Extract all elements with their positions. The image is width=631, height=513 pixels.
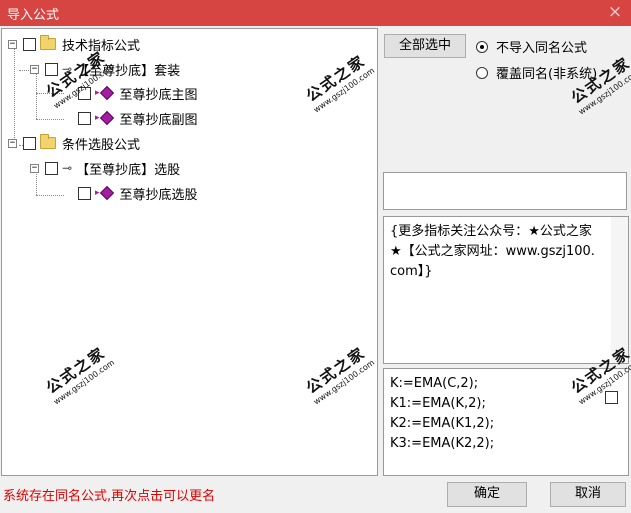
tree-checkbox[interactable] bbox=[45, 62, 58, 76]
tree-item-suite[interactable]: − ⊸ 【至尊抄底】套装 bbox=[30, 59, 180, 79]
description-text: {更多指标关注公众号：★公式之家★【公式之家网址：www.gszj100.com… bbox=[390, 224, 595, 279]
watermark: 公式之家 www.gszj100.com bbox=[565, 51, 631, 116]
tree-connector bbox=[36, 195, 64, 196]
tree-checkbox[interactable] bbox=[23, 136, 36, 150]
arrow-icon: ▸ bbox=[95, 88, 100, 98]
code-line: K:=EMA(C,2); bbox=[390, 376, 479, 391]
gem-icon bbox=[99, 85, 114, 101]
collapse-icon[interactable]: − bbox=[30, 163, 39, 173]
radio-unselected-icon[interactable] bbox=[476, 66, 488, 79]
key-icon: ⊸ bbox=[62, 161, 73, 175]
title-bar: 导入公式 × bbox=[0, 0, 631, 26]
gem-icon bbox=[99, 185, 114, 201]
tree-item-label: 技术指标公式 bbox=[62, 38, 141, 54]
tree-checkbox[interactable] bbox=[78, 86, 91, 100]
formula-tree[interactable]: − 技术指标公式 − ⊸ 【至尊抄底】套装 ▸ 至尊抄底主图 ▸ 至尊抄底副图 bbox=[1, 28, 378, 476]
folder-icon bbox=[40, 134, 56, 149]
tree-connector bbox=[36, 93, 64, 94]
tree-connector bbox=[36, 119, 64, 120]
radio-selected-icon[interactable] bbox=[476, 40, 488, 53]
radio-overwrite-duplicates[interactable]: 覆盖同名(非系统) bbox=[476, 63, 597, 82]
tree-checkbox[interactable] bbox=[23, 37, 36, 51]
tree-item-screen-pick[interactable]: ▸ 至尊抄底选股 bbox=[78, 183, 198, 203]
tree-item-label: 【至尊抄底】套装 bbox=[76, 63, 181, 79]
code-line: K3:=EMA(K2,2); bbox=[390, 436, 495, 451]
key-icon: ⊸ bbox=[62, 62, 73, 76]
code-checkbox[interactable] bbox=[605, 391, 618, 404]
name-field[interactable] bbox=[383, 172, 627, 210]
select-all-button[interactable]: 全部选中 bbox=[384, 34, 466, 58]
folder-icon bbox=[40, 35, 56, 50]
tree-connector bbox=[14, 49, 15, 144]
tree-item-label: 至尊抄底副图 bbox=[119, 112, 198, 128]
tree-item-screening-formulas[interactable]: − 条件选股公式 bbox=[8, 133, 140, 153]
radio-overwrite-label: 覆盖同名(非系统) bbox=[496, 67, 598, 82]
gem-icon bbox=[99, 110, 114, 126]
ok-button[interactable]: 确定 bbox=[447, 482, 527, 507]
radio-skip-duplicates[interactable]: 不导入同名公式 bbox=[476, 37, 587, 56]
code-box[interactable]: K:=EMA(C,2); K1:=EMA(K,2); K2:=EMA(K1,2)… bbox=[383, 368, 629, 476]
description-box[interactable]: {更多指标关注公众号：★公式之家★【公式之家网址：www.gszj100.com… bbox=[383, 216, 629, 364]
tree-item-label: 【至尊抄底】选股 bbox=[76, 162, 181, 178]
collapse-icon[interactable]: − bbox=[30, 64, 39, 74]
tree-item-label: 至尊抄底选股 bbox=[119, 187, 198, 203]
arrow-icon: ▸ bbox=[95, 188, 100, 198]
cancel-button[interactable]: 取消 bbox=[550, 482, 626, 507]
tree-item-main-chart[interactable]: ▸ 至尊抄底主图 bbox=[78, 83, 198, 103]
tree-item-sub-chart[interactable]: ▸ 至尊抄底副图 bbox=[78, 108, 198, 128]
tree-item-label: 至尊抄底主图 bbox=[119, 83, 198, 103]
status-message: 系统存在同名公式,再次点击可以更名 bbox=[3, 489, 216, 504]
window-title: 导入公式 bbox=[7, 7, 60, 23]
tree-checkbox[interactable] bbox=[45, 161, 58, 175]
tree-connector bbox=[36, 73, 37, 119]
tree-checkbox[interactable] bbox=[78, 186, 91, 200]
close-icon[interactable]: × bbox=[605, 2, 625, 22]
collapse-icon[interactable]: − bbox=[8, 39, 17, 49]
tree-item-screener[interactable]: − ⊸ 【至尊抄底】选股 bbox=[30, 158, 180, 178]
collapse-icon[interactable]: − bbox=[8, 138, 17, 148]
tree-checkbox[interactable] bbox=[78, 111, 91, 125]
radio-skip-label: 不导入同名公式 bbox=[496, 41, 588, 56]
tree-item-tech-formulas[interactable]: − 技术指标公式 bbox=[8, 34, 140, 54]
code-line: K1:=EMA(K,2); bbox=[390, 396, 486, 411]
arrow-icon: ▸ bbox=[95, 113, 100, 123]
code-line: K2:=EMA(K1,2); bbox=[390, 416, 495, 431]
tree-item-label: 条件选股公式 bbox=[62, 137, 141, 153]
tree-connector bbox=[19, 70, 29, 71]
scrollbar[interactable] bbox=[611, 217, 628, 363]
